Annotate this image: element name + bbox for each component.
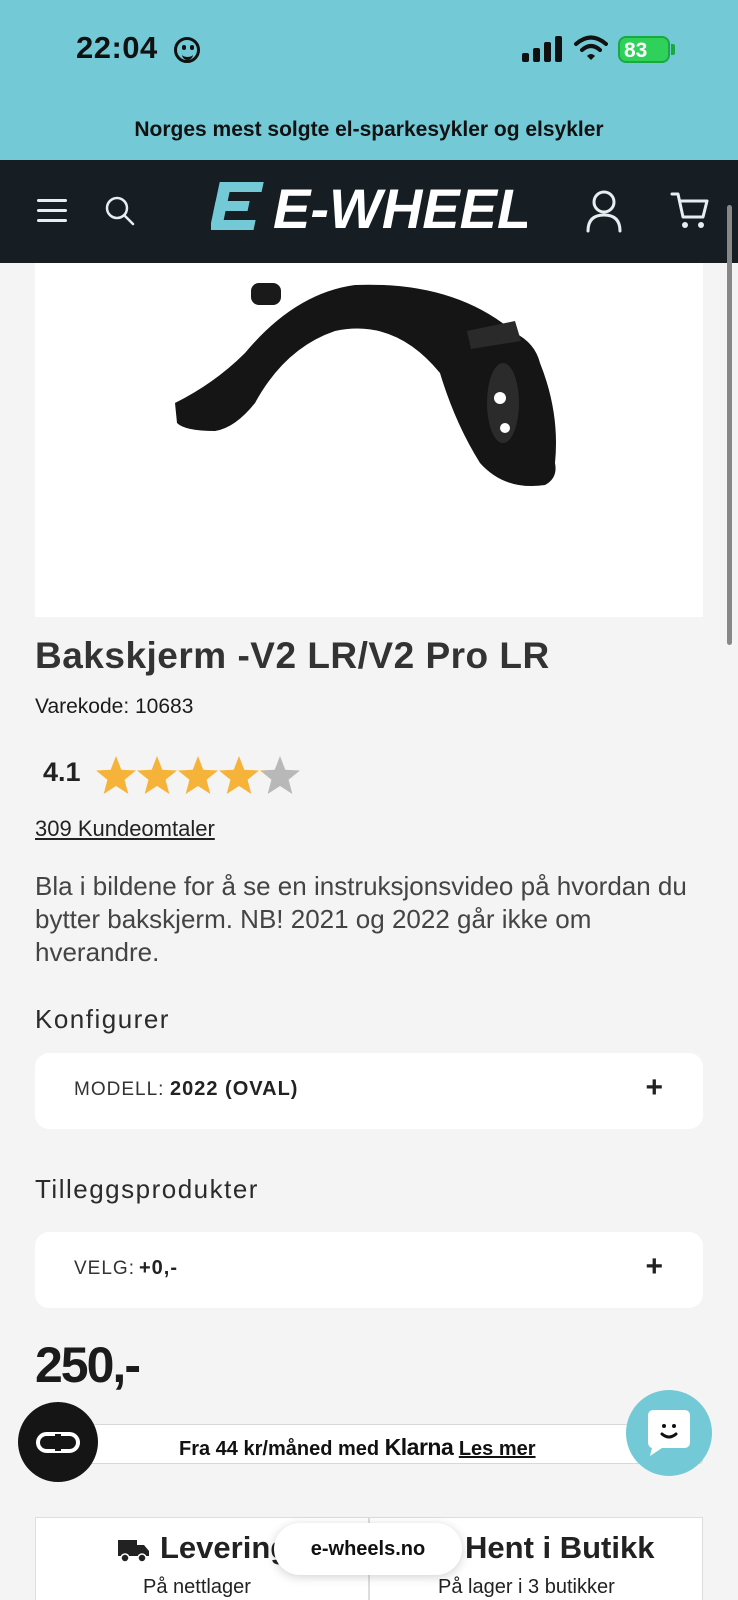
status-time: 22:04 [76,30,158,65]
accessibility-icon [36,1432,80,1453]
browser-url-pill[interactable]: e-wheels.no [274,1523,462,1575]
star-icon [219,756,259,794]
smiley-icon [174,37,200,63]
addons-heading: Tilleggsprodukter [35,1174,259,1204]
product-sku: Varekode: 10683 [35,695,194,718]
expand-addon-icon[interactable]: + [645,1250,663,1284]
model-selector[interactable]: MODELL: 2022 (OVAL) + [35,1053,703,1129]
reviews-link[interactable]: 309 Kundeomtaler [35,816,215,842]
search-icon[interactable] [104,195,136,227]
wifi-icon [574,35,608,60]
pickup-subtitle: På lager i 3 butikker [438,1576,615,1598]
star-icon [178,756,218,794]
chat-icon [648,1410,690,1456]
chat-button[interactable] [626,1390,712,1476]
menu-icon[interactable] [37,199,67,223]
user-account-icon[interactable] [585,189,623,233]
accessibility-button[interactable] [18,1402,98,1482]
klarna-read-more-link[interactable]: Les mer [459,1438,536,1460]
addon-selector[interactable]: VELG: +0,- + [35,1232,703,1308]
fender-image [175,283,556,487]
promo-banner: Norges mest solgte el-sparkesykler og el… [0,100,738,160]
star-icon [96,756,136,794]
delivery-subtitle: På nettlager [143,1576,251,1598]
addon-value: +0,- [139,1257,179,1279]
battery-level: 83 [624,39,648,62]
model-value: 2022 (OVAL) [170,1078,299,1100]
star-rating [96,756,300,794]
star-icon [260,756,300,794]
delivery-title: Levering [160,1530,290,1565]
expand-model-icon[interactable]: + [645,1071,663,1105]
rating-value: 4.1 [43,757,81,787]
product-description: Bla i bildene for å se en instruksjonsvi… [35,871,687,967]
shopping-cart-icon[interactable] [670,189,710,231]
product-price: 250,- [35,1337,141,1393]
configure-heading: Konfigurer [35,1004,170,1034]
addon-label: VELG: [74,1258,135,1279]
scrollbar[interactable] [727,205,732,645]
cellular-signal-icon [522,36,562,62]
klarna-banner: Fra 44 kr/måned med Klarna Les mer [75,1424,703,1464]
klarna-prefix: Fra 44 kr/måned med [179,1438,380,1460]
product-image[interactable] [35,263,703,617]
logo-text: E-WHEELS [273,177,527,238]
klarna-logo: Klarna [384,1434,454,1460]
star-icon [137,756,177,794]
battery-cap [671,44,675,55]
model-label: MODELL: [74,1079,165,1100]
e-wheels-logo[interactable]: E-WHEELS [211,176,527,238]
battery-icon: 83 [618,36,670,63]
product-title: Bakskjerm -V2 LR/V2 Pro LR [35,635,550,676]
truck-icon [118,1540,149,1563]
pickup-title: Hent i Butikk [465,1530,655,1565]
